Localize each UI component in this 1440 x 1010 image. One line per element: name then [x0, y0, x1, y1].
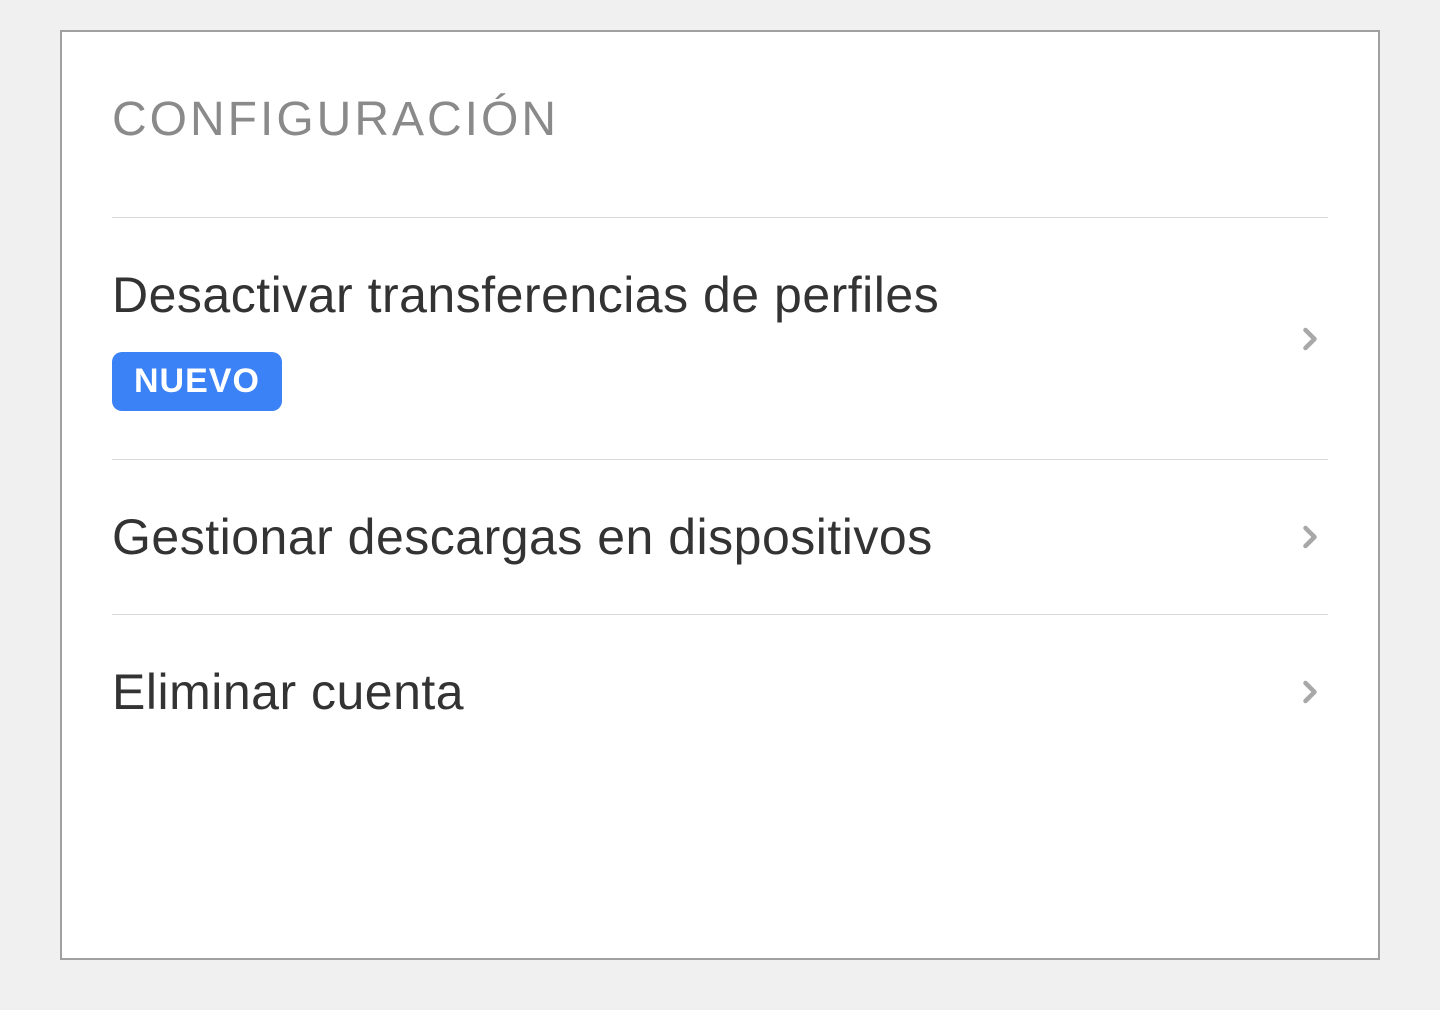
item-label: Desactivar transferencias de perfiles [112, 266, 939, 324]
settings-item-manage-downloads[interactable]: Gestionar descargas en dispositivos [112, 460, 1328, 615]
item-content: Eliminar cuenta [112, 663, 464, 721]
settings-item-delete-account[interactable]: Eliminar cuenta [112, 615, 1328, 769]
item-label: Eliminar cuenta [112, 663, 464, 721]
settings-panel: Configuración Desactivar transferencias … [60, 30, 1380, 960]
chevron-right-icon [1292, 674, 1328, 710]
settings-item-disable-profile-transfers[interactable]: Desactivar transferencias de perfiles NU… [112, 218, 1328, 460]
chevron-right-icon [1292, 321, 1328, 357]
item-content: Gestionar descargas en dispositivos [112, 508, 933, 566]
item-content: Desactivar transferencias de perfiles NU… [112, 266, 939, 411]
new-badge: NUEVO [112, 352, 282, 411]
item-label: Gestionar descargas en dispositivos [112, 508, 933, 566]
chevron-right-icon [1292, 519, 1328, 555]
section-title: Configuración [112, 92, 1328, 218]
